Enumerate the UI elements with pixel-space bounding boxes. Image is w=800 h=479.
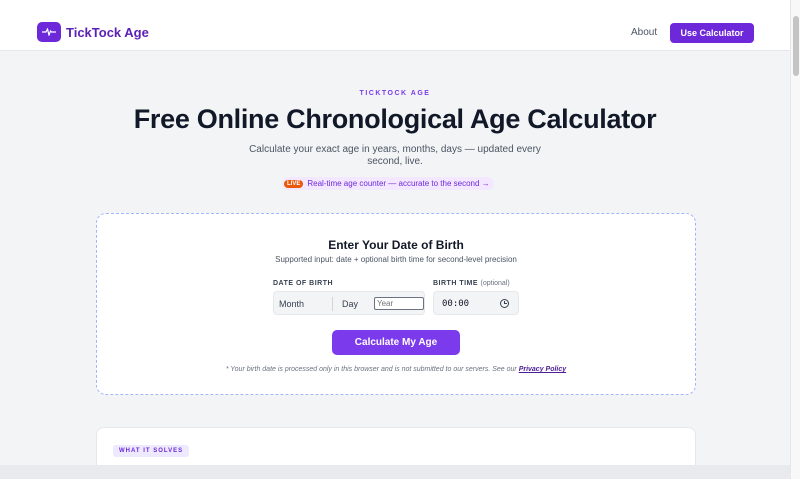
top-navbar: TickTock Age About Use Calculator: [0, 0, 790, 51]
logo-text: TickTock Age: [66, 24, 149, 40]
date-of-birth-input[interactable]: Month Day: [273, 291, 425, 315]
birth-time-label-text: BIRTH TIME: [433, 280, 479, 287]
birth-time-value[interactable]: 00:00: [442, 299, 469, 309]
use-calculator-button[interactable]: Use Calculator: [670, 23, 754, 43]
year-field[interactable]: [374, 297, 424, 310]
live-counter-link[interactable]: Real-time age counter — accurate to the …: [307, 179, 489, 188]
hero-eyebrow: TICKTOCK AGE: [359, 90, 431, 97]
clock-icon[interactable]: [500, 299, 509, 308]
scrollbar-thumb[interactable]: [793, 16, 799, 76]
calculator-card: Enter Your Date of Birth Supported input…: [96, 213, 696, 395]
calculator-title: Enter Your Date of Birth: [328, 238, 464, 252]
site-logo[interactable]: TickTock Age: [37, 22, 149, 42]
live-badge: LIVE: [284, 179, 304, 188]
dob-label: DATE OF BIRTH: [273, 280, 334, 287]
window-bottom-edge: [0, 465, 790, 479]
calculator-subtitle: Supported input: date + optional birth t…: [275, 255, 517, 264]
section-badge: WHAT IT SOLVES: [113, 445, 190, 457]
privacy-disclaimer: * Your birth date is processed only in t…: [97, 366, 695, 373]
month-field[interactable]: Month: [279, 299, 304, 309]
birth-time-label: BIRTH TIME (optional): [433, 280, 510, 287]
disclaimer-text: * Your birth date is processed only in t…: [225, 366, 519, 373]
pulse-icon: [37, 22, 61, 42]
birth-time-input[interactable]: 00:00: [433, 291, 519, 315]
birth-time-optional: (optional): [480, 280, 510, 287]
nav-about-link[interactable]: About: [631, 27, 657, 38]
privacy-policy-link[interactable]: Privacy Policy: [519, 366, 566, 373]
field-divider: [332, 297, 333, 311]
page-title: Free Online Chronological Age Calculator: [133, 104, 657, 134]
page-scrollbar[interactable]: [790, 0, 800, 479]
calculate-age-button[interactable]: Calculate My Age: [332, 330, 460, 355]
live-counter-pill[interactable]: LIVE Real-time age counter — accurate to…: [282, 177, 494, 190]
day-field[interactable]: Day: [342, 299, 358, 309]
hero-subtitle: Calculate your exact age in years, month…: [249, 144, 541, 167]
